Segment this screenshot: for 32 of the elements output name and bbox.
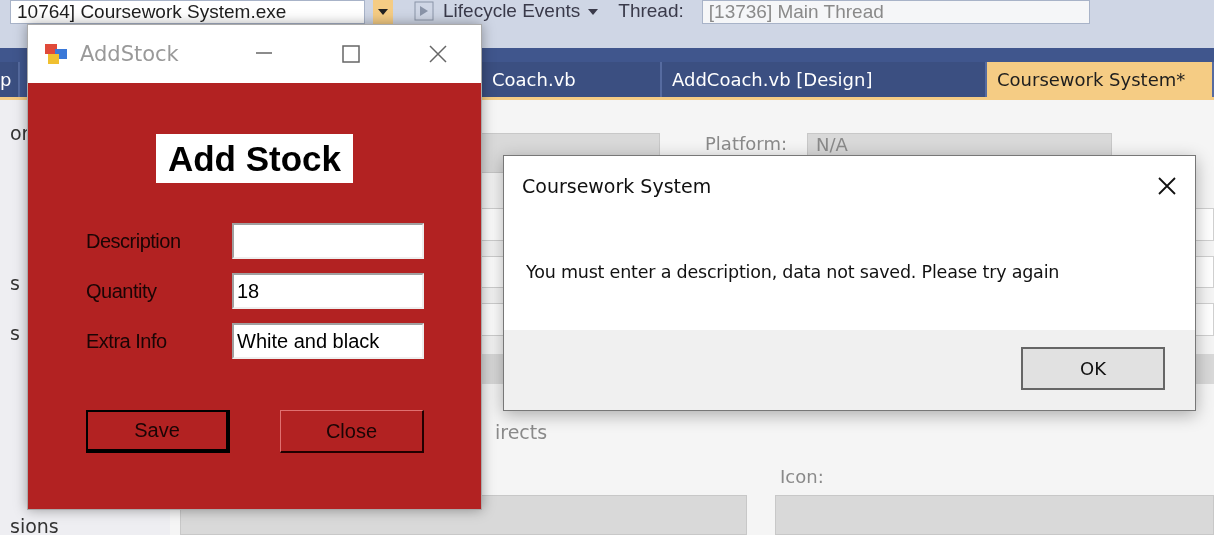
editor-tab[interactable]: AddCoach.vb [Design] — [662, 62, 987, 97]
caret-icon — [588, 9, 599, 15]
error-message: You must enter a description, data not saved. Please try again — [525, 261, 1061, 282]
sidebar-item[interactable]: s — [10, 272, 20, 294]
close-icon[interactable] — [1157, 176, 1177, 196]
maximize-icon[interactable] — [340, 44, 361, 64]
dropdown-button[interactable] — [373, 0, 393, 24]
icon-label: Icon: — [780, 466, 824, 487]
platform-label: Platform: — [705, 133, 787, 154]
text-field[interactable]: White and black — [232, 323, 424, 359]
editor-tab[interactable]: Coursework System* — [987, 62, 1214, 97]
dialog-title: Coursework System — [522, 175, 713, 197]
section-title: irects — [495, 421, 548, 443]
lifecycle-icon — [413, 0, 435, 22]
form-heading: Add Stock — [155, 134, 354, 183]
sidebar-item[interactable]: sions — [10, 515, 59, 535]
field-label: Extra Info — [86, 329, 168, 353]
thread-label: Thread: — [618, 0, 684, 22]
editor-tab[interactable]: Coach.vb — [482, 62, 662, 97]
ok-button[interactable]: OK — [1021, 347, 1165, 390]
window-title: AddStock — [80, 42, 180, 66]
field-label: Quantity — [86, 279, 158, 303]
text-field[interactable] — [232, 223, 424, 259]
dropdown-field[interactable] — [775, 495, 1214, 535]
lifecycle-events-menu[interactable]: Lifecycle Events — [443, 0, 581, 22]
sidebar-item[interactable]: s — [10, 322, 20, 344]
process-dropdown[interactable]: 10764] Coursework System.exe — [10, 0, 365, 24]
text-field[interactable]: 18 — [232, 273, 424, 309]
app-icon — [44, 43, 68, 65]
field-label: Description — [86, 229, 182, 253]
caret-icon — [378, 9, 388, 15]
editor-tab[interactable]: p — [0, 62, 20, 97]
